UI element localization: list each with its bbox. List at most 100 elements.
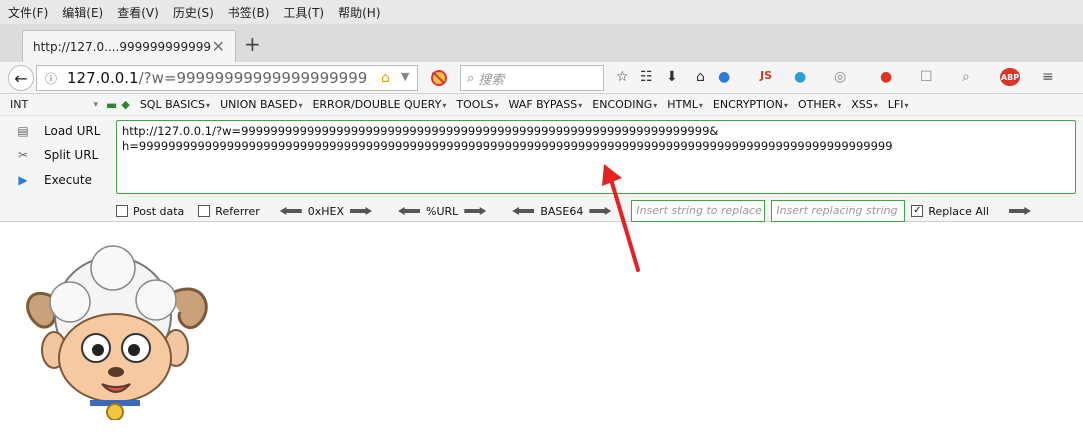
replacing-string-input[interactable]: Insert replacing string xyxy=(771,200,906,222)
sheep-cartoon-image xyxy=(26,245,208,420)
menu-bookmarks[interactable]: 书签(B) xyxy=(228,4,270,21)
encode-arrow-icon[interactable] xyxy=(350,207,373,215)
menu-edit[interactable]: 编辑(E) xyxy=(62,4,103,21)
adblock-icon[interactable]: ABP xyxy=(1000,68,1020,86)
decode-arrow-icon[interactable] xyxy=(279,207,302,215)
menu-error-double-query[interactable]: ERROR/DOUBLE QUERY▾ xyxy=(312,98,446,111)
menu-label: XSS xyxy=(851,98,873,111)
menu-union-based[interactable]: UNION BASED▾ xyxy=(220,98,302,111)
caret-icon: ▾ xyxy=(698,101,703,110)
caret-icon: ▾ xyxy=(783,101,788,110)
caret-icon: ▾ xyxy=(873,101,878,110)
menu-label: OTHER xyxy=(797,98,837,111)
post-data-checkbox[interactable]: Post data xyxy=(116,205,184,218)
load-url-label: Load URL xyxy=(44,124,101,138)
menu-encryption[interactable]: ENCRYPTION▾ xyxy=(713,98,788,111)
menu-tools[interactable]: 工具(T) xyxy=(283,4,324,21)
caret-icon: ▾ xyxy=(578,101,583,110)
menu-label: TOOLS xyxy=(456,98,494,111)
checkbox-box xyxy=(198,205,211,217)
url-encoder: %URL xyxy=(392,205,492,218)
menu-label: WAF BYPASS xyxy=(508,98,578,111)
download-icon[interactable]: ⬇ xyxy=(666,69,678,85)
menu-tools[interactable]: TOOLS▾ xyxy=(456,98,498,111)
increase-icon[interactable]: ◆ xyxy=(121,98,129,111)
block-icon[interactable] xyxy=(430,69,448,87)
decode-arrow-icon[interactable] xyxy=(512,207,535,215)
type-select-value: INT xyxy=(10,98,29,111)
caret-icon: ▾ xyxy=(494,101,499,110)
dropdown-icon[interactable]: ▼ xyxy=(401,70,409,83)
search-box[interactable]: ⌕ 搜索 xyxy=(460,65,604,91)
caret-icon: ▾ xyxy=(904,101,909,110)
menu-sql-basics[interactable]: SQL BASICS▾ xyxy=(140,98,210,111)
menu-html[interactable]: HTML▾ xyxy=(667,98,703,111)
split-url-button[interactable]: ✂ Split URL xyxy=(14,148,98,162)
home-button-icon[interactable]: ⌂ xyxy=(696,69,705,85)
checkbox-box xyxy=(116,205,128,217)
new-tab-button[interactable]: + xyxy=(244,32,261,56)
zoom-icon[interactable]: ⌕ xyxy=(962,69,970,85)
chevron-down-icon: ▾ xyxy=(93,99,98,110)
decrease-icon[interactable]: ▬ xyxy=(106,98,117,112)
menu-xss[interactable]: XSS▾ xyxy=(851,98,878,111)
menu-label: ENCODING xyxy=(592,98,653,111)
menu-label: SQL BASICS xyxy=(139,98,206,111)
globe-icon[interactable]: ● xyxy=(794,69,806,85)
menu-history[interactable]: 历史(S) xyxy=(173,4,214,21)
caret-icon: ▾ xyxy=(298,101,303,110)
record-icon[interactable]: ● xyxy=(880,69,892,85)
menu-label: ERROR/DOUBLE QUERY xyxy=(312,98,442,111)
menu-view[interactable]: 查看(V) xyxy=(117,4,159,21)
load-url-button[interactable]: ▤ Load URL xyxy=(14,124,100,138)
menu-lfi[interactable]: LFI▾ xyxy=(888,98,909,111)
back-arrow-icon: ← xyxy=(14,68,28,88)
post-data-label: Post data xyxy=(133,204,185,218)
referrer-checkbox[interactable]: Referrer xyxy=(198,205,260,218)
hex-encoder: 0xHEX xyxy=(274,205,378,218)
execute-button[interactable]: ▶ Execute xyxy=(14,173,92,187)
color-picker-icon[interactable]: ◎ xyxy=(834,69,846,85)
split-url-icon: ✂ xyxy=(17,148,29,162)
hackbar-options-row: Post data Referrer 0xHEX %URL BASE64 Ins… xyxy=(116,200,1051,222)
menu-label: LFI xyxy=(887,98,904,111)
menu-file[interactable]: 文件(F) xyxy=(8,4,48,21)
menu-label: HTML xyxy=(667,98,698,111)
replace-arrow-icon[interactable] xyxy=(1008,207,1031,215)
navigation-bar: ← ⓘ 127.0.0.1/?w=99999999999999999999 ⌂ … xyxy=(0,62,1083,94)
more-menu-icon[interactable]: ≡ xyxy=(1042,69,1054,85)
search-icon: ⌕ xyxy=(467,70,475,86)
close-tab-icon[interactable]: ✕ xyxy=(212,37,225,56)
caret-icon: ▾ xyxy=(206,101,211,110)
bookmark-star-icon[interactable]: ☆ xyxy=(616,69,629,85)
info-icon[interactable]: ⓘ xyxy=(45,70,57,87)
base64-label: BASE64 xyxy=(540,204,584,218)
extension-icon[interactable]: ● xyxy=(718,69,730,85)
menu-help[interactable]: 帮助(H) xyxy=(338,4,380,21)
split-url-label: Split URL xyxy=(44,148,99,162)
caret-icon: ▾ xyxy=(653,101,658,110)
caret-icon: ▾ xyxy=(837,101,842,110)
execute-label: Execute xyxy=(44,173,92,187)
type-select[interactable]: INT ▾ xyxy=(6,96,102,114)
back-button[interactable]: ← xyxy=(8,65,34,91)
url-bar[interactable]: ⓘ 127.0.0.1/?w=99999999999999999999 ⌂ ▼ … xyxy=(36,65,443,91)
reading-list-icon[interactable]: ☷ xyxy=(640,69,653,85)
menu-other[interactable]: OTHER▾ xyxy=(798,98,841,111)
encode-arrow-icon[interactable] xyxy=(464,207,487,215)
home-icon[interactable]: ⌂ xyxy=(381,70,390,86)
execute-icon: ▶ xyxy=(18,173,28,187)
hex-label: 0xHEX xyxy=(307,204,345,218)
decode-arrow-icon[interactable] xyxy=(398,207,421,215)
tab-active[interactable]: http://127.0....999999999999 ✕ xyxy=(22,30,236,62)
menu-label: ENCRYPTION xyxy=(712,98,783,111)
annotation-arrow-icon xyxy=(602,164,640,272)
replace-all-checkbox[interactable]: ✓ Replace All xyxy=(911,205,989,218)
replace-all-label: Replace All xyxy=(928,204,989,218)
menu-encoding[interactable]: ENCODING▾ xyxy=(592,98,657,111)
menu-waf-bypass[interactable]: WAF BYPASS▾ xyxy=(509,98,583,111)
url-path: /?w=99999999999999999999 xyxy=(138,69,368,87)
screenshot-icon[interactable]: ☐ xyxy=(920,69,933,85)
js-icon[interactable]: JS xyxy=(760,69,772,82)
replace-execute xyxy=(1003,207,1037,215)
